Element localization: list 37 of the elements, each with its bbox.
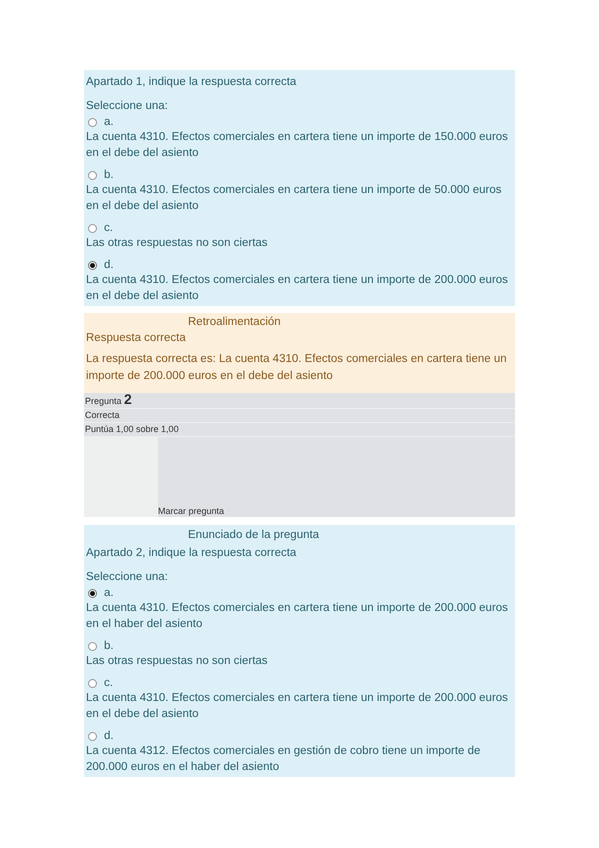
option-text: La cuenta 4310. Efectos comerciales en cartera tiene un importe de 50.000 euros en el debe del asiento [86,183,503,214]
option-letter: a. [104,115,114,129]
flag-question-link[interactable]: Marcar pregunta [158,506,224,517]
question-state: Correcta [85,410,120,420]
radio-button[interactable] [88,261,97,270]
question-prompt: Apartado 1, indique la respuesta correcta [86,75,298,90]
question-heading: Enunciado de la pregunta [188,528,320,543]
select-label: Seleccione una: [86,99,169,114]
radio-button[interactable] [88,679,97,688]
option-letter: d. [104,729,114,743]
option-letter: b. [104,168,114,182]
radio-button[interactable] [88,589,97,598]
radio-button[interactable] [88,171,97,180]
question-label: Pregunta [85,396,122,406]
option-text: La cuenta 4312. Efectos comerciales en gestión de cobro tiene un importe de 200.000 euros en el haber del asiento [86,744,482,775]
question-number: 2 [124,391,132,407]
option-text: Las otras respuestas no son ciertas [86,654,269,669]
feedback-status: Respuesta correcta [86,331,187,346]
option-text: La cuenta 4310. Efectos comerciales en cartera tiene un importe de 200.000 euros en el debe del asiento [86,691,509,722]
radio-button[interactable] [88,118,97,127]
option-text: La cuenta 4310. Efectos comerciales en cartera tiene un importe de 200.000 euros en el haber del asiento [86,601,509,632]
option-letter: b. [104,639,114,653]
radio-button[interactable] [88,642,97,651]
correct-answer-text: La respuesta correcta es: La cuenta 4310. Efectos comerciales en cartera tiene un importe de 200.000 euros en el debe del asiento [86,352,508,384]
option-letter: a. [104,586,114,600]
question-score: Puntúa 1,00 sobre 1,00 [85,424,179,434]
question-prompt: Apartado 2, indique la respuesta correcta [86,546,298,561]
option-text: Las otras respuestas no son ciertas [86,236,269,251]
feedback-heading: Retroalimentación [188,315,282,330]
option-text: La cuenta 4310. Efectos comerciales en cartera tiene un importe de 150.000 euros en el debe del asiento [86,130,509,161]
radio-button[interactable] [88,732,97,741]
option-letter: c. [104,221,113,235]
option-letter: d. [104,258,114,272]
option-text: La cuenta 4310. Efectos comerciales en cartera tiene un importe de 200.000 euros en el debe del asiento [86,273,509,304]
option-letter: c. [104,676,113,690]
radio-button[interactable] [88,224,97,233]
select-label: Seleccione una: [86,570,169,585]
